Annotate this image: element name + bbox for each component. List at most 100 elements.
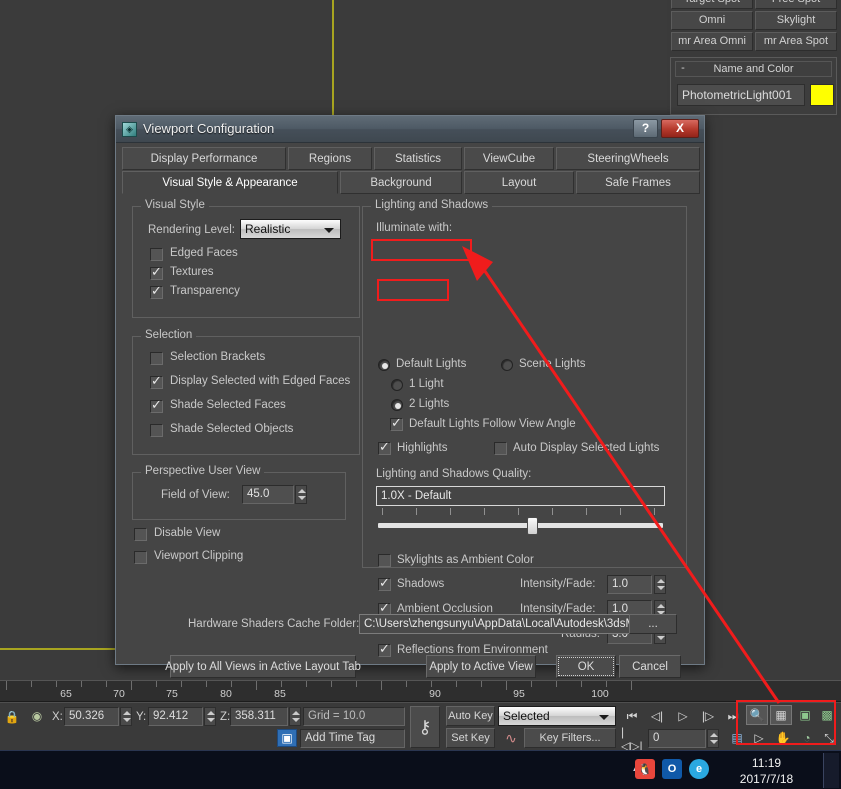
label-default-lights-follow-view-angle: Default Lights Follow View Angle	[409, 418, 576, 430]
help-button[interactable]: ?	[633, 119, 658, 138]
field-of-view-icon[interactable]: ▷	[748, 728, 770, 748]
next-frame-icon[interactable]: |▷	[697, 706, 719, 726]
light-button-free-spot[interactable]: Free Spot	[755, 0, 837, 9]
checkbox-edged-faces[interactable]	[150, 248, 163, 261]
pan-view-icon[interactable]: ✋	[772, 728, 794, 748]
checkbox-shadows[interactable]	[378, 576, 391, 591]
field-of-view-stepper[interactable]	[295, 485, 307, 504]
current-frame-input[interactable]: 0	[648, 729, 706, 748]
shadows-intensity-stepper[interactable]	[654, 575, 666, 594]
y-coordinate-stepper[interactable]	[204, 707, 216, 726]
light-button-target-spot[interactable]: Target Spot	[671, 0, 753, 9]
field-of-view-input[interactable]: 45.0	[242, 485, 294, 504]
object-color-swatch[interactable]	[810, 84, 834, 106]
radio-default-lights[interactable]	[378, 359, 390, 371]
tab-viewcube[interactable]: ViewCube	[464, 147, 554, 170]
tab-background[interactable]: Background	[340, 171, 462, 194]
add-time-tag-icon[interactable]: ▣	[277, 729, 297, 747]
quality-slider-track[interactable]	[378, 523, 663, 528]
object-name-input[interactable]: PhotometricLight001	[677, 84, 805, 106]
dialog-titlebar[interactable]: ◈ Viewport Configuration ? X	[116, 116, 704, 143]
key-icon[interactable]: ⚷	[410, 706, 440, 748]
checkbox-transparency[interactable]	[150, 284, 163, 299]
label-scene-lights: Scene Lights	[519, 358, 586, 370]
dialog-tabs-row-1: Display Performance Regions Statistics V…	[122, 147, 700, 170]
key-filters-button[interactable]: Key Filters...	[524, 728, 616, 748]
checkbox-display-selected-with-edged-faces[interactable]	[150, 374, 163, 389]
zoom-extents-icon[interactable]: ▣	[794, 705, 816, 725]
checkbox-auto-display-selected-lights[interactable]	[494, 442, 507, 455]
apply-to-all-views-button[interactable]: Apply to All Views in Active Layout Tab	[165, 655, 361, 678]
label-two-lights: 2 Lights	[409, 398, 450, 410]
transform-center-icon[interactable]: ◉	[28, 707, 46, 725]
key-curve-icon[interactable]: ∿	[500, 729, 522, 747]
zoom-icon[interactable]: 🔍	[746, 705, 768, 725]
play-animation-icon[interactable]: ▷	[672, 706, 694, 726]
checkbox-reflections-from-environment[interactable]	[378, 642, 391, 657]
checkbox-skylights-as-ambient-color[interactable]	[378, 554, 391, 567]
lock-icon[interactable]: 🔒	[4, 708, 20, 725]
key-mode-toggle-icon[interactable]: |◁▷|	[621, 725, 643, 753]
checkbox-disable-view[interactable]	[134, 528, 147, 541]
previous-frame-icon[interactable]: ◁|	[646, 706, 668, 726]
tab-layout[interactable]: Layout	[464, 171, 574, 194]
show-desktop-button[interactable]	[823, 753, 839, 788]
checkbox-shade-selected-faces[interactable]	[150, 398, 163, 413]
taskbar-clock[interactable]: 11:19 2017/7/18	[714, 755, 819, 787]
tab-steeringwheels[interactable]: SteeringWheels	[556, 147, 700, 170]
radio-one-light[interactable]	[391, 379, 403, 391]
light-button-omni[interactable]: Omni	[671, 11, 753, 30]
rendering-level-value: Realistic	[245, 222, 291, 236]
lighting-and-shadows-group-label: Lighting and Shadows	[371, 199, 493, 211]
add-time-tag-button[interactable]: Add Time Tag	[300, 729, 405, 748]
tab-display-performance[interactable]: Display Performance	[122, 147, 286, 170]
checkbox-shade-selected-objects[interactable]	[150, 424, 163, 437]
outlook-icon[interactable]: O	[662, 759, 682, 779]
y-coordinate-input[interactable]: 92.412	[148, 707, 203, 726]
z-coordinate-stepper[interactable]	[289, 707, 301, 726]
edge-icon[interactable]: e	[689, 759, 709, 779]
go-to-start-icon[interactable]: ⏮	[621, 706, 643, 726]
x-coordinate-stepper[interactable]	[120, 707, 132, 726]
name-and-color-rollout: Name and Color - PhotometricLight001	[670, 57, 837, 115]
light-button-mr-area-omni[interactable]: mr Area Omni	[671, 32, 753, 51]
checkbox-textures[interactable]	[150, 265, 163, 280]
tab-safe-frames[interactable]: Safe Frames	[576, 171, 700, 194]
orbit-icon[interactable]: ◔	[796, 728, 818, 748]
light-button-skylight[interactable]: Skylight	[755, 11, 837, 30]
qq-icon[interactable]: 🐧	[635, 759, 655, 779]
shadows-intensity-input[interactable]: 1.0	[607, 575, 652, 594]
radio-two-lights[interactable]	[391, 399, 403, 411]
zoom-region-icon[interactable]: ▦	[770, 705, 792, 725]
checkbox-highlights[interactable]	[378, 440, 391, 455]
timeline-ruler[interactable]: 65 70 75 80 85 90 95 100	[0, 680, 841, 702]
current-frame-stepper[interactable]	[707, 729, 719, 748]
light-button-mr-area-spot[interactable]: mr Area Spot	[755, 32, 837, 51]
maximize-viewport-icon[interactable]: ⤡	[818, 728, 840, 748]
tab-regions[interactable]: Regions	[288, 147, 372, 170]
time-configuration-icon[interactable]: ▤	[726, 728, 748, 748]
apply-to-active-view-button[interactable]: Apply to Active View	[426, 655, 536, 678]
checkbox-viewport-clipping[interactable]	[134, 551, 147, 564]
cache-folder-input[interactable]: C:\Users\zhengsunyu\AppData\Local\Autode…	[359, 614, 634, 634]
z-coordinate-input[interactable]: 358.311	[230, 707, 288, 726]
quality-slider-thumb[interactable]	[527, 517, 538, 535]
radio-scene-lights[interactable]	[501, 359, 513, 371]
tab-statistics[interactable]: Statistics	[374, 147, 462, 170]
tab-visual-style-appearance[interactable]: Visual Style & Appearance	[122, 171, 338, 194]
set-key-button[interactable]: Set Key	[446, 728, 495, 748]
name-and-color-header[interactable]: Name and Color	[675, 61, 832, 77]
auto-key-button[interactable]: Auto Key	[446, 706, 495, 726]
cancel-button[interactable]: Cancel	[619, 655, 681, 678]
collapse-rollout-icon[interactable]: -	[675, 61, 691, 77]
x-coordinate-input[interactable]: 50.326	[64, 707, 119, 726]
ok-button[interactable]: OK	[556, 655, 616, 678]
go-to-end-icon[interactable]: ⏭	[722, 706, 744, 726]
zoom-extents-all-icon[interactable]: ▩	[816, 705, 838, 725]
rendering-level-combo[interactable]: Realistic	[240, 219, 341, 239]
checkbox-default-lights-follow-view-angle[interactable]	[390, 416, 403, 431]
close-icon[interactable]: X	[661, 119, 699, 138]
browse-cache-folder-button[interactable]: ...	[629, 614, 677, 634]
checkbox-selection-brackets[interactable]	[150, 352, 163, 365]
key-filter-mode-combo[interactable]: Selected	[498, 706, 616, 726]
